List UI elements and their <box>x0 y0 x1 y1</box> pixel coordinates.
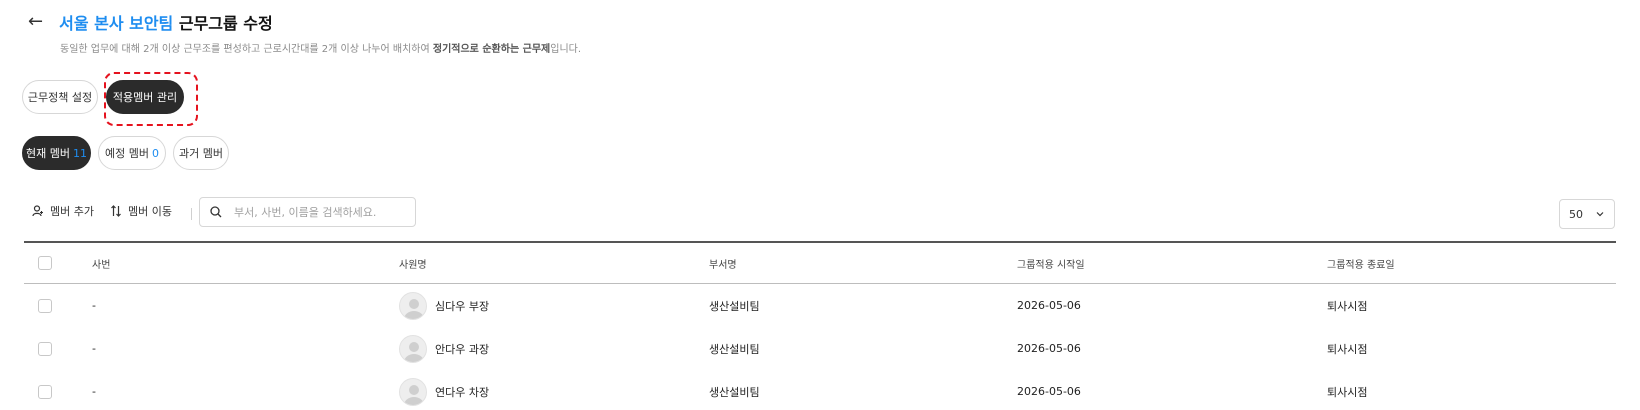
tab-work-policy[interactable]: 근무정책 설정 <box>22 80 98 114</box>
description-text: 동일한 업무에 대해 2개 이상 근무조를 편성하고 근로시간대를 2개 이상 … <box>60 44 433 55</box>
back-arrow-icon[interactable]: ← <box>28 12 43 32</box>
select-all-checkbox[interactable] <box>38 256 52 270</box>
page-header: ← 서울 본사 보안팀 근무그룹 수정 <box>28 10 273 34</box>
employee-name-cell: 안다우 과장 <box>399 334 709 363</box>
member-count: 11 <box>72 146 87 160</box>
move-member-label: 멤버 이동 <box>128 205 172 218</box>
employee-name: 심다우 부장 <box>435 299 490 313</box>
tab-current-members[interactable]: 현재 멤버 11 <box>22 136 91 170</box>
description-end: 입니다. <box>550 44 582 55</box>
column-header-employee-name: 사원명 <box>399 259 427 271</box>
header-checkbox-cell <box>24 256 92 270</box>
member-count: 0 <box>151 146 159 160</box>
department: 생산설비팀 <box>709 385 760 399</box>
employee-name: 안다우 과장 <box>435 342 490 356</box>
table-row[interactable]: - 심다우 부장 생산설비팀 2026-05-06 퇴사시점 <box>24 284 1616 327</box>
title-suffix: 근무그룹 수정 <box>173 14 273 33</box>
employee-name-cell: 연다우 차장 <box>399 377 709 406</box>
department: 생산설비팀 <box>709 299 760 313</box>
column-header-end-date: 그룹적용 종료일 <box>1327 259 1395 271</box>
end-date: 퇴사시점 <box>1327 299 1368 313</box>
column-header-start-date: 그룹적용 시작일 <box>1017 259 1085 271</box>
move-member-button[interactable]: 멤버 이동 <box>110 203 172 219</box>
search-input[interactable] <box>234 205 404 219</box>
toolbar-divider <box>191 208 192 220</box>
row-checkbox-cell <box>24 298 92 313</box>
tab-member-management[interactable]: 적용멤버 관리 <box>106 80 184 114</box>
search-icon <box>210 206 222 218</box>
tab-upcoming-members[interactable]: 예정 멤버 0 <box>98 136 166 170</box>
group-name: 서울 본사 보안팀 <box>59 14 174 33</box>
row-checkbox-cell <box>24 341 92 356</box>
page-description: 동일한 업무에 대해 2개 이상 근무조를 편성하고 근로시간대를 2개 이상 … <box>60 40 581 55</box>
sort-arrows-icon <box>111 205 121 217</box>
add-member-button[interactable]: 멤버 추가 <box>32 203 94 219</box>
column-header-department: 부서명 <box>709 259 737 271</box>
description-bold: 정기적으로 순환하는 근무제 <box>432 44 551 55</box>
tab-label: 현재 멤버 <box>26 147 70 160</box>
table-row[interactable]: - 연다우 차장 생산설비팀 2026-05-06 퇴사시점 <box>24 370 1616 410</box>
tab-past-members[interactable]: 과거 멤버 <box>173 136 229 170</box>
table-header: 사번 사원명 부서명 그룹적용 시작일 그룹적용 종료일 <box>24 241 1616 284</box>
row-checkbox[interactable] <box>38 384 52 399</box>
chevron-down-icon <box>1596 212 1604 217</box>
avatar <box>399 377 427 406</box>
employee-id: - <box>92 342 96 355</box>
start-date: 2026-05-06 <box>1017 299 1081 312</box>
department: 생산설비팀 <box>709 342 760 356</box>
employee-name: 연다우 차장 <box>435 385 490 399</box>
page-title: 서울 본사 보안팀 근무그룹 수정 <box>59 10 273 34</box>
row-checkbox-cell <box>24 384 92 399</box>
member-table: 사번 사원명 부서명 그룹적용 시작일 그룹적용 종료일 - 심다우 부장 생산… <box>24 241 1616 410</box>
employee-name-cell: 심다우 부장 <box>399 291 709 320</box>
employee-id: - <box>92 299 96 312</box>
start-date: 2026-05-06 <box>1017 342 1081 355</box>
start-date: 2026-05-06 <box>1017 385 1081 398</box>
row-checkbox[interactable] <box>38 298 52 313</box>
person-add-icon <box>32 205 43 217</box>
end-date: 퇴사시점 <box>1327 342 1368 356</box>
page-size-select[interactable]: 50 <box>1559 199 1615 229</box>
page-size-value: 50 <box>1569 207 1583 221</box>
avatar <box>399 291 427 320</box>
column-header-employee-id: 사번 <box>92 259 111 271</box>
add-member-label: 멤버 추가 <box>50 205 94 218</box>
search-box[interactable] <box>199 197 416 227</box>
table-row[interactable]: - 안다우 과장 생산설비팀 2026-05-06 퇴사시점 <box>24 327 1616 370</box>
tab-label: 예정 멤버 <box>105 147 149 160</box>
employee-id: - <box>92 385 96 398</box>
end-date: 퇴사시점 <box>1327 385 1368 399</box>
tab-label: 과거 멤버 <box>179 147 223 160</box>
avatar <box>399 334 427 363</box>
row-checkbox[interactable] <box>38 341 52 356</box>
